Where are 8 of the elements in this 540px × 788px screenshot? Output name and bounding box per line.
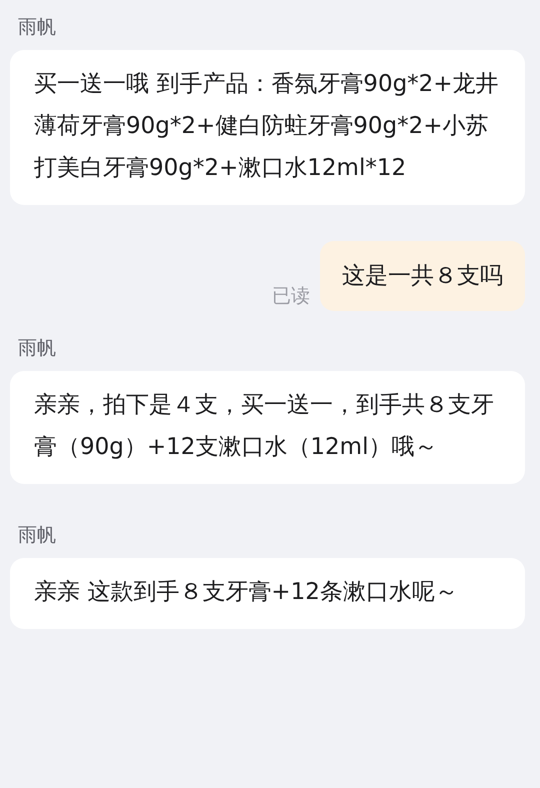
message-bubble: 买一送一哦 到手产品：香氛牙膏90g*2+龙井薄荷牙膏90g*2+健白防蛀牙膏90g*2+小苏打美白牙膏90g*2+漱口水12ml*12 — [10, 50, 525, 205]
sender-name: 雨帆 — [18, 523, 56, 548]
message-bubble: 亲亲，拍下是４支，买一送一，到手共８支牙膏（90g）+12支漱口水（12ml）哦～ — [10, 371, 525, 484]
sender-name: 雨帆 — [18, 336, 56, 361]
message-bubble: 这是一共８支吗 — [320, 241, 525, 311]
sender-name: 雨帆 — [18, 15, 56, 40]
message-bubble: 亲亲 这款到手８支牙膏+12条漱口水呢～ — [10, 558, 525, 629]
read-status: 已读 — [272, 284, 310, 309]
